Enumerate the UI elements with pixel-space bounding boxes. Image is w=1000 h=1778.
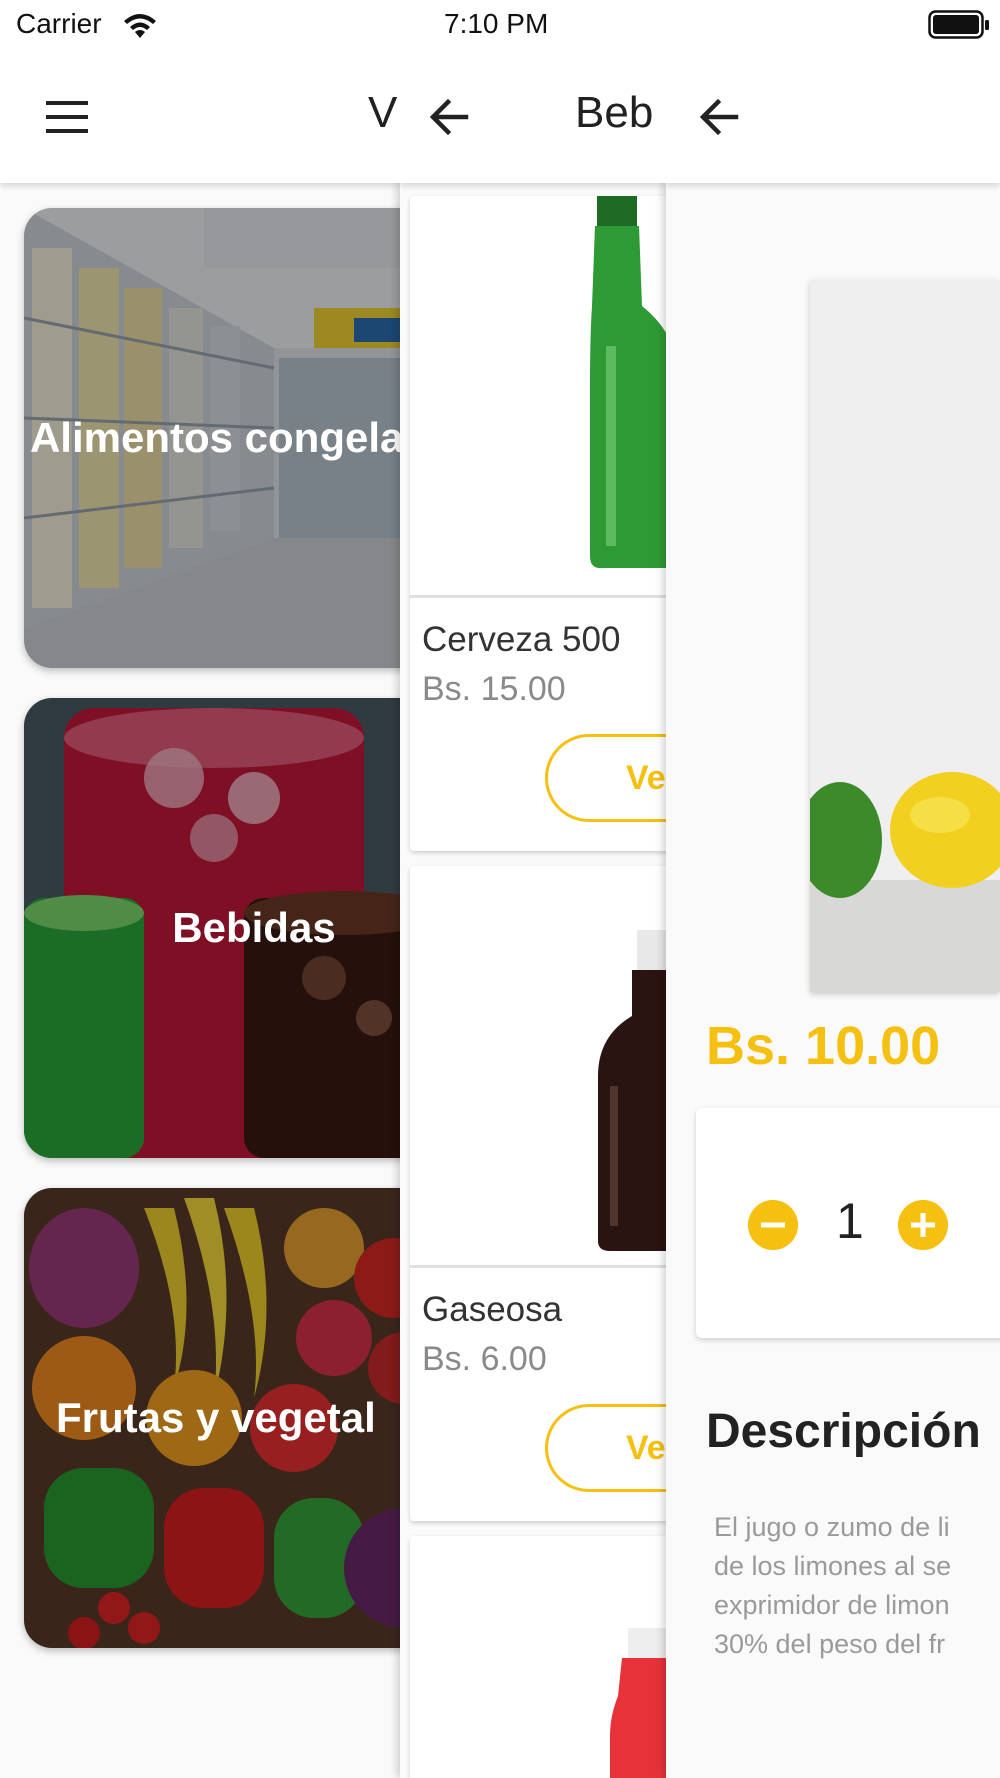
product-card[interactable]	[410, 1536, 666, 1778]
page-title: V	[368, 88, 398, 137]
product-name: Gaseosa	[422, 1290, 563, 1329]
minus-icon[interactable]	[748, 1200, 798, 1250]
page-title: Beb	[575, 88, 654, 137]
product-price: Bs. 6.00	[422, 1340, 547, 1378]
plus-icon[interactable]	[898, 1200, 948, 1250]
carrier-label: Carrier	[16, 8, 102, 39]
arrow-left-icon[interactable]	[694, 92, 744, 142]
juice-bottle-image	[610, 1628, 666, 1778]
lemons-image	[810, 280, 1000, 992]
wifi-icon	[124, 14, 156, 38]
product-image	[410, 196, 666, 598]
product-card[interactable]: Cerveza 500 Bs. 15.00 Ve	[410, 196, 666, 851]
category-card-drinks[interactable]: Bebidas	[24, 698, 400, 1158]
view-product-button[interactable]: Ve	[545, 734, 666, 822]
quantity-value: 1	[836, 1193, 864, 1249]
battery-icon	[928, 10, 989, 39]
product-image	[410, 1536, 666, 1778]
description-text: El jugo o zumo de li de los limones al s…	[714, 1508, 951, 1664]
category-label: Bebidas	[172, 904, 336, 951]
products-screen: Beb Cerveza 500 Bs. 15.00 Ve Gaseosa Bs.…	[400, 0, 666, 1778]
product-name: Cerveza 500	[422, 620, 621, 659]
categories-screen: V Alimentos congelados	[0, 0, 400, 1778]
description-title: Descripción	[706, 1405, 981, 1458]
description-line: El jugo o zumo de li	[714, 1512, 950, 1542]
product-price: Bs. 10.00	[706, 1016, 941, 1076]
description-line: exprimidor de limon	[714, 1590, 950, 1620]
category-card-fruits[interactable]: Frutas y vegetal	[24, 1188, 400, 1648]
product-price: Bs. 15.00	[422, 670, 566, 708]
product-image	[410, 866, 666, 1268]
category-card-frozen[interactable]: Alimentos congelados	[24, 208, 400, 668]
description-line: 30% del peso del fr	[714, 1629, 946, 1659]
view-product-button[interactable]: Ve	[545, 1404, 666, 1492]
description-line: de los limones al se	[714, 1551, 952, 1581]
soda-bottle-image	[598, 930, 666, 1251]
arrow-left-icon[interactable]	[424, 92, 474, 142]
menu-icon[interactable]	[42, 92, 92, 142]
clock-label: 7:10 PM	[444, 8, 549, 39]
beer-bottle-image	[590, 196, 666, 568]
category-label: Alimentos congelados	[29, 414, 400, 461]
quantity-card: 1	[696, 1108, 1000, 1338]
product-card[interactable]: Gaseosa Bs. 6.00 Ve	[410, 866, 666, 1521]
product-detail-screen: Bs. 10.00 1 Descripción El jugo o zumo d…	[666, 0, 1000, 1778]
category-label: Frutas y vegetal	[56, 1394, 376, 1441]
